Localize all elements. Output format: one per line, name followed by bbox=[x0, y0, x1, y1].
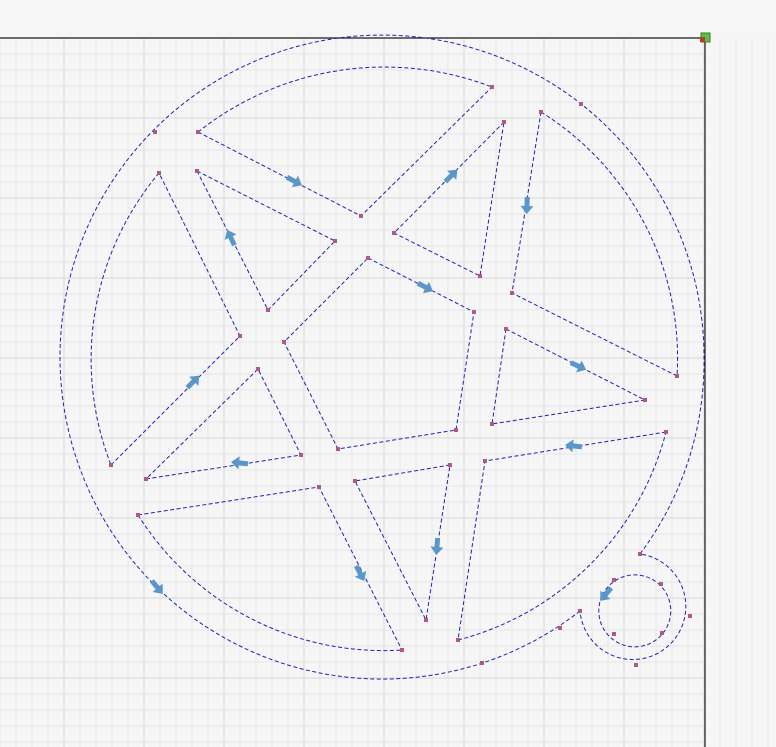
path-node bbox=[144, 477, 148, 481]
path-node bbox=[299, 453, 303, 457]
path-node bbox=[638, 552, 642, 556]
path-node bbox=[483, 459, 487, 463]
path-node bbox=[688, 614, 692, 618]
path-node bbox=[266, 308, 270, 312]
path-node bbox=[153, 130, 157, 134]
path-node bbox=[490, 85, 494, 89]
direction-arrow-layer bbox=[149, 169, 614, 601]
path-node bbox=[478, 274, 482, 278]
path-node bbox=[579, 102, 583, 106]
path-node bbox=[490, 422, 494, 426]
path-node bbox=[504, 327, 508, 331]
path-node bbox=[353, 479, 357, 483]
path-node bbox=[558, 626, 562, 630]
star-segment-path bbox=[511, 111, 678, 377]
origin-point bbox=[700, 37, 705, 42]
path-node bbox=[282, 340, 286, 344]
star-segment-path bbox=[137, 486, 403, 651]
path-node bbox=[659, 582, 663, 586]
path-node bbox=[612, 632, 616, 636]
origin-marker-icon[interactable] bbox=[700, 32, 711, 43]
path-node bbox=[454, 428, 458, 432]
path-node bbox=[448, 463, 452, 467]
path-node bbox=[634, 663, 638, 667]
path-node bbox=[359, 214, 363, 218]
path-node bbox=[578, 609, 582, 613]
direction-arrow-icon bbox=[569, 360, 587, 373]
path-node bbox=[157, 171, 161, 175]
path-node bbox=[333, 239, 337, 243]
background-grid bbox=[0, 37, 769, 747]
direction-arrow-icon bbox=[600, 586, 614, 601]
path-node bbox=[612, 578, 616, 582]
star-segment-path bbox=[491, 328, 647, 425]
path-node bbox=[136, 513, 140, 517]
path-node bbox=[392, 231, 396, 235]
toolpath-preview[interactable] bbox=[0, 0, 776, 747]
star-segment-path bbox=[457, 431, 667, 641]
inner-ring-arc-left bbox=[90, 172, 160, 466]
path-node bbox=[664, 430, 668, 434]
direction-arrow-icon bbox=[565, 439, 583, 453]
path-node bbox=[109, 463, 113, 467]
star-segment-path bbox=[283, 257, 475, 450]
path-node bbox=[336, 447, 340, 451]
design-canvas[interactable] bbox=[0, 0, 776, 747]
path-node bbox=[317, 485, 321, 489]
direction-arrow-icon bbox=[520, 196, 534, 214]
path-node bbox=[456, 638, 460, 642]
path-node bbox=[675, 374, 679, 378]
inner-ring-arc-right bbox=[540, 111, 679, 377]
star-segment-path bbox=[393, 120, 505, 277]
path-node bbox=[643, 398, 647, 402]
inner-ring-arc-bottom-right bbox=[457, 431, 667, 641]
path-node bbox=[502, 120, 506, 124]
path-node bbox=[510, 291, 514, 295]
path-node bbox=[256, 367, 260, 371]
path-node bbox=[196, 130, 200, 134]
direction-arrow-icon bbox=[285, 175, 302, 188]
path-node bbox=[366, 256, 370, 260]
path-node bbox=[660, 631, 664, 635]
path-node bbox=[195, 169, 199, 173]
path-node bbox=[400, 648, 404, 652]
path-node bbox=[424, 618, 428, 622]
path-node bbox=[238, 334, 242, 338]
path-node bbox=[539, 110, 543, 114]
path-node bbox=[472, 310, 476, 314]
path-node bbox=[480, 661, 484, 665]
